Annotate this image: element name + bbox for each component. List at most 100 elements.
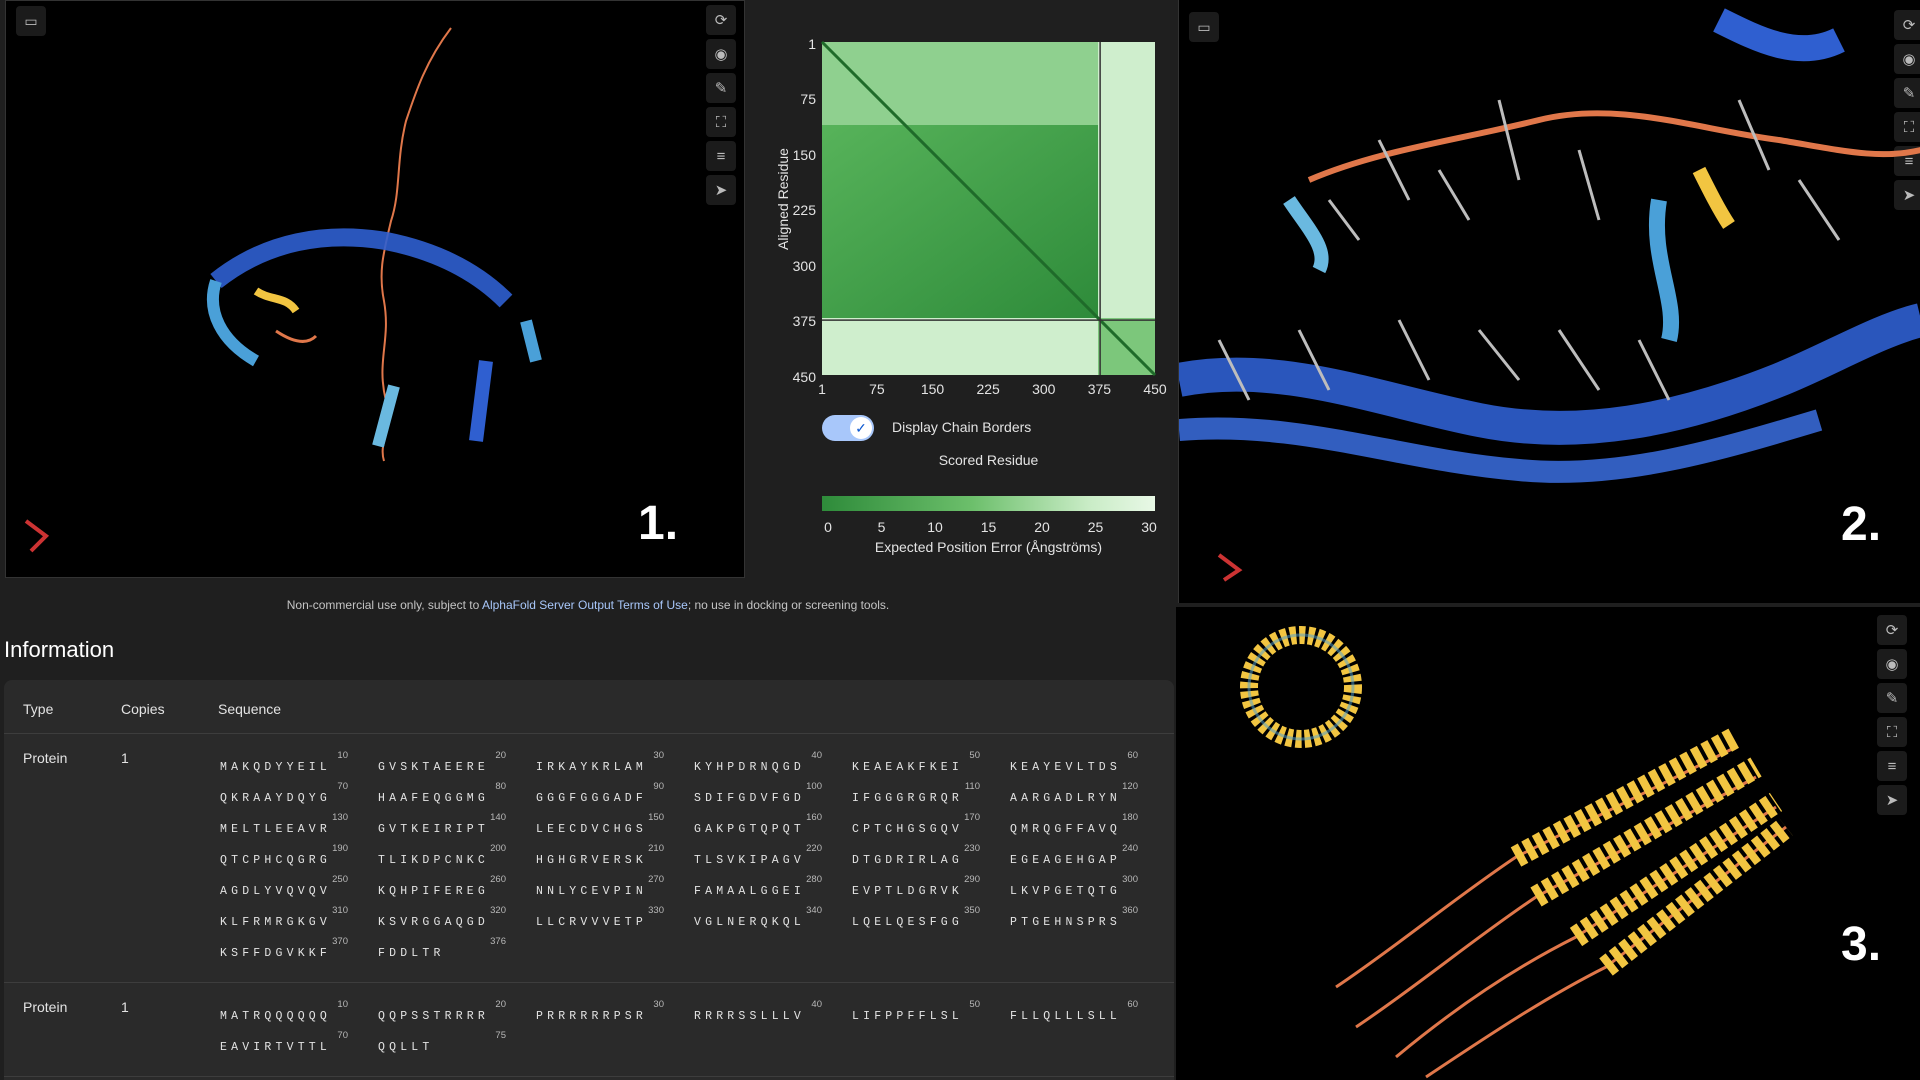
sequence-chunk: 360 PTGEHNSPRS <box>1010 905 1160 936</box>
type-header: Type <box>23 701 54 717</box>
sequence-chunk: 190 QTCPHCQGRG <box>220 843 370 874</box>
sequence-chunk: 300 LKVPGETQTG <box>1010 874 1160 905</box>
pae-panel: Aligned Residue ✓ Display Chain Borders … <box>745 0 1175 578</box>
y-tick-label: 1 <box>808 36 816 52</box>
x-tick-label: 375 <box>1087 381 1112 397</box>
sequence-chunk: 240 EGEAGEHGAP <box>1010 843 1160 874</box>
residue-index: 70 <box>337 1030 348 1041</box>
sequence-chunk: 310 KLFRMRGKGV <box>220 905 370 936</box>
residue-index: 20 <box>495 999 506 1010</box>
residue-letters: TLSVKIPAGV <box>694 854 806 867</box>
residue-letters: KSFFDGVKKF <box>220 947 332 960</box>
notice-prefix: Non-commercial use only, subject to <box>286 598 482 612</box>
residue-letters: AARGADLRYN <box>1010 792 1122 805</box>
residue-index: 30 <box>653 999 664 1010</box>
entity-copies: 1 <box>121 999 129 1015</box>
x-tick-label: 300 <box>1032 381 1056 397</box>
residue-letters: FDDLTR <box>378 947 445 960</box>
residue-letters: EGEAGEHGAP <box>1010 854 1122 867</box>
sequence-chunk: 70 QKRAAYDQYG <box>220 781 370 812</box>
residue-index: 40 <box>811 750 822 761</box>
sequence-chunk: 10 MATRQQQQQQ <box>220 999 370 1030</box>
protein-render-1 <box>24 27 542 553</box>
y-tick-label: 75 <box>800 90 816 107</box>
sequence-chunk: 130 MELTLEEAVR <box>220 812 370 843</box>
residue-letters: KEAYEVLTDS <box>1010 761 1122 774</box>
residue-index: 10 <box>337 750 348 761</box>
residue-letters: LKVPGETQTG <box>1010 885 1122 898</box>
pae-color-legend <box>822 496 1155 511</box>
residue-index: 50 <box>969 999 980 1010</box>
sequence-chunk: 30 IRKAYKRLAM <box>536 750 686 781</box>
residue-index: 370 <box>332 936 348 947</box>
sequence-chunk: 140 GVTKEIRIPT <box>378 812 528 843</box>
residue-letters: QKRAAYDQYG <box>220 792 332 805</box>
sequence-chunk: 200 TLIKDPCNKC <box>378 843 528 874</box>
residue-letters: NNLYCEVPIN <box>536 885 648 898</box>
terms-link[interactable]: AlphaFold Server Output Terms of Use <box>482 598 688 612</box>
sequence-chunk: 230 DTGDRIRLAG <box>852 843 1002 874</box>
residue-letters: HGHGRVERSK <box>536 854 648 867</box>
residue-index: 360 <box>1122 905 1138 916</box>
sequence-chunk: 180 QMRQGFFAVQ <box>1010 812 1160 843</box>
sequence-chunk: 170 CPTCHGSGQV <box>852 812 1002 843</box>
structure-viewer-3[interactable]: ⟳ ◉ ✎ ⛶ ≡ ➤ 3. <box>1176 607 1920 1080</box>
structure-viewer-1[interactable]: ▭ ⟳ ◉ ✎ ⛶ ≡ ➤ 1. <box>5 0 745 578</box>
residue-index: 150 <box>648 812 664 823</box>
y-tick-label: 225 <box>792 202 816 219</box>
sequence-chunk: 280 FAMAALGGEI <box>694 874 844 905</box>
residue-index: 75 <box>495 1030 506 1041</box>
residue-index: 280 <box>806 874 822 885</box>
residue-index: 30 <box>653 750 664 761</box>
residue-index: 190 <box>332 843 348 854</box>
sequence-chunk: 290 EVPTLDGRVK <box>852 874 1002 905</box>
residue-index: 140 <box>490 812 506 823</box>
residue-letters: KQHPIFEREG <box>378 885 490 898</box>
sequence-chunk: 220 TLSVKIPAGV <box>694 843 844 874</box>
sequence-chunk: 100 SDIFGDVFGD <box>694 781 844 812</box>
chain-borders-toggle[interactable]: ✓ <box>822 415 874 441</box>
check-icon: ✓ <box>850 417 872 439</box>
residue-index: 10 <box>337 999 348 1010</box>
residue-letters: KLFRMRGKGV <box>220 916 332 929</box>
sequence-chunk: 60 FLLQLLLSLL <box>1010 999 1160 1030</box>
residue-letters: FAMAALGGEI <box>694 885 806 898</box>
information-table: Type Copies Sequence Protein 1 10 MAKQDYYEI… <box>4 680 1174 1080</box>
residue-letters: SDIFGDVFGD <box>694 792 806 805</box>
residue-index: 60 <box>1127 750 1138 761</box>
residue-letters: CPTCHGSGQV <box>852 823 964 836</box>
structure-viewer-2[interactable]: ▭ ⟳ ◉ ✎ ⛶ ≡ ➤ 2. <box>1178 0 1920 603</box>
residue-letters: TLIKDPCNKC <box>378 854 490 867</box>
x-axis-label: Scored Residue <box>938 452 1039 468</box>
residue-index: 130 <box>332 812 348 823</box>
sequence-chunk: 40 RRRRSSLLLV <box>694 999 844 1030</box>
residue-index: 330 <box>648 905 664 916</box>
x-tick-label: 450 <box>1143 381 1167 397</box>
residue-index: 260 <box>490 874 506 885</box>
residue-letters: EAVIRTVTTL <box>220 1041 332 1054</box>
panel-label-1: 1. <box>638 497 679 550</box>
residue-index: 290 <box>964 874 980 885</box>
residue-index: 376 <box>490 936 506 947</box>
legend-label: Expected Position Error (Ångströms) <box>874 539 1103 555</box>
residue-letters: QMRQGFFAVQ <box>1010 823 1122 836</box>
residue-letters: HAAFEQGGMG <box>378 792 490 805</box>
residue-letters: QTCPHCQGRG <box>220 854 332 867</box>
residue-letters: KSVRGGAQGD <box>378 916 490 929</box>
sequence-chunk: 60 KEAYEVLTDS <box>1010 750 1160 781</box>
information-heading: Information <box>4 637 115 662</box>
sequence-chunk: 20 QQPSSTRRRR <box>378 999 528 1030</box>
sequence-chunk: 160 GAKPGTQPQT <box>694 812 844 843</box>
residue-letters: FLLQLLLSLL <box>1010 1010 1122 1023</box>
residue-index: 40 <box>811 999 822 1010</box>
sequence-chunk: 50 LIFPPFFLSL <box>852 999 1002 1030</box>
sequence-chunk: 330 LLCRVVVETP <box>536 905 686 936</box>
panel-label-2: 2. <box>1841 498 1882 551</box>
residue-index: 180 <box>1122 812 1138 823</box>
sequence-chunk: 20 GVSKTAEERE <box>378 750 528 781</box>
protein-render-2 <box>1179 8 1920 582</box>
residue-letters: QQPSSTRRRR <box>378 1010 490 1023</box>
sequence-chunk: 270 NNLYCEVPIN <box>536 874 686 905</box>
legend-tick-label: 10 <box>927 519 943 535</box>
sequence-chunk: 260 KQHPIFEREG <box>378 874 528 905</box>
